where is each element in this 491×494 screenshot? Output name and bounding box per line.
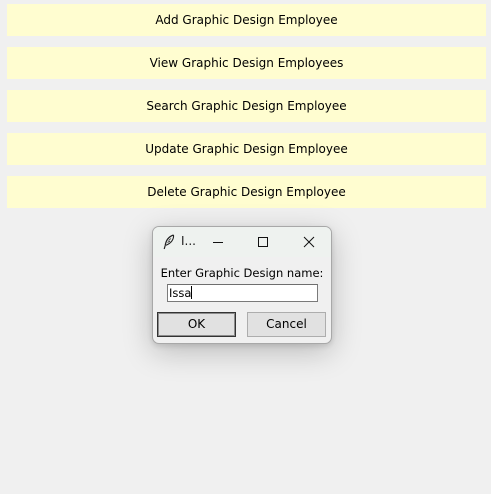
name-input[interactable]: Issa xyxy=(167,284,318,302)
close-icon xyxy=(303,236,315,248)
ok-button[interactable]: OK xyxy=(157,312,236,337)
input-dialog: I... Enter Graphic Design name: Issa OK … xyxy=(152,226,332,344)
name-input-value: Issa xyxy=(169,286,192,300)
maximize-icon xyxy=(258,237,268,247)
text-caret xyxy=(191,286,193,299)
cancel-button[interactable]: Cancel xyxy=(247,312,326,337)
maximize-button[interactable] xyxy=(250,231,276,253)
search-employee-button[interactable]: Search Graphic Design Employee xyxy=(7,90,486,122)
feather-icon xyxy=(162,234,176,250)
add-employee-button[interactable]: Add Graphic Design Employee xyxy=(7,4,486,36)
delete-employee-button[interactable]: Delete Graphic Design Employee xyxy=(7,176,486,208)
minimize-icon xyxy=(213,242,223,243)
update-employee-button[interactable]: Update Graphic Design Employee xyxy=(7,133,486,165)
prompt-label: Enter Graphic Design name: xyxy=(160,266,324,280)
minimize-button[interactable] xyxy=(205,231,231,253)
dialog-title: I... xyxy=(181,234,196,248)
dialog-titlebar[interactable]: I... xyxy=(153,227,331,257)
close-button[interactable] xyxy=(296,231,322,253)
view-employees-button[interactable]: View Graphic Design Employees xyxy=(7,47,486,79)
